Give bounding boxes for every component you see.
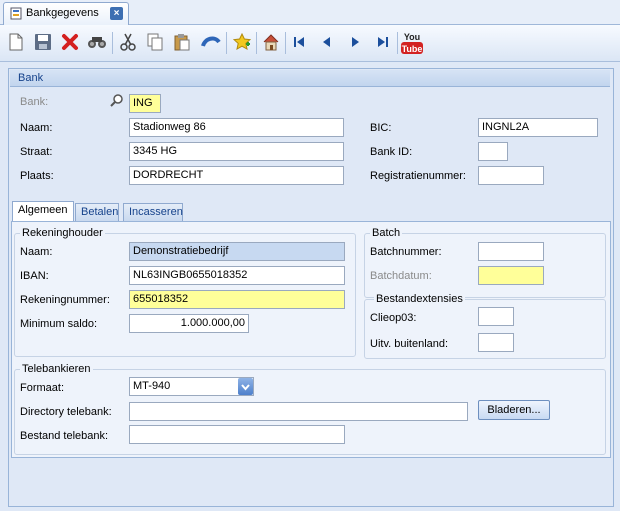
bestand-telebank-label: Bestand telebank: bbox=[20, 430, 109, 442]
iban-field[interactable]: NL63INGB0655018352 bbox=[129, 266, 345, 285]
last-icon[interactable] bbox=[371, 30, 395, 54]
clieop03-field[interactable] bbox=[478, 307, 514, 326]
telebankieren-title: Telebankieren bbox=[20, 363, 93, 375]
first-icon[interactable] bbox=[287, 30, 311, 54]
bladeren-button[interactable]: Bladeren... bbox=[478, 400, 550, 420]
bank-field[interactable]: ING bbox=[129, 94, 161, 113]
undo-icon[interactable] bbox=[199, 30, 223, 54]
form-icon bbox=[10, 7, 23, 20]
cut-icon[interactable] bbox=[116, 30, 140, 54]
rekeningnummer-field[interactable]: 655018352 bbox=[129, 290, 345, 309]
uitv-buitenland-label: Uitv. buitenland: bbox=[370, 338, 449, 350]
formaat-value: MT-940 bbox=[133, 380, 171, 392]
uitv-buitenland-field[interactable] bbox=[478, 333, 514, 352]
youtube-text-bottom: Tube bbox=[402, 44, 423, 54]
bestandextensies-title: Bestandextensies bbox=[374, 293, 465, 305]
document-tabbar: Bankgegevens × bbox=[0, 0, 620, 25]
tab-betalen[interactable]: Betalen bbox=[75, 203, 119, 221]
batch-title: Batch bbox=[370, 227, 403, 239]
tab-incasseren[interactable]: Incasseren bbox=[123, 203, 183, 221]
directory-telebank-label: Directory telebank: bbox=[20, 406, 112, 418]
minimum-saldo-label: Minimum saldo: bbox=[20, 318, 98, 330]
find-icon[interactable] bbox=[85, 30, 109, 54]
straat-label: Straat: bbox=[20, 146, 53, 158]
batchdatum-field[interactable] bbox=[478, 266, 544, 285]
bic-field[interactable]: INGNL2A bbox=[478, 118, 598, 137]
naam-label: Naam: bbox=[20, 122, 53, 134]
toolbar-separator bbox=[256, 32, 257, 54]
toolbar: You Tube bbox=[0, 25, 620, 62]
tab-algemeen[interactable]: Algemeen bbox=[12, 201, 74, 221]
bankid-label: Bank ID: bbox=[370, 146, 413, 158]
batchnummer-field[interactable] bbox=[478, 242, 544, 261]
directory-telebank-field[interactable] bbox=[129, 402, 468, 421]
batchdatum-label: Batchdatum: bbox=[370, 270, 432, 282]
plaats-label: Plaats: bbox=[20, 170, 54, 182]
bank-label: Bank: bbox=[20, 96, 49, 108]
home-icon[interactable] bbox=[259, 30, 283, 54]
toolbar-separator bbox=[285, 32, 286, 54]
new-icon[interactable] bbox=[4, 30, 28, 54]
formaat-label: Formaat: bbox=[20, 382, 65, 394]
youtube-icon[interactable]: You Tube bbox=[400, 30, 424, 54]
minimum-saldo-field[interactable]: 1.000.000,00 bbox=[129, 314, 249, 333]
rekeninghouder-title: Rekeninghouder bbox=[20, 227, 105, 239]
registratienummer-field[interactable] bbox=[478, 166, 544, 185]
rekeningnummer-label: Rekeningnummer: bbox=[20, 294, 110, 306]
youtube-text-top: You bbox=[404, 32, 420, 42]
copy-icon[interactable] bbox=[143, 30, 167, 54]
toolbar-separator bbox=[226, 32, 227, 54]
save-icon[interactable] bbox=[31, 30, 55, 54]
toolbar-separator bbox=[112, 32, 113, 54]
clieop03-label: Clieop03: bbox=[370, 312, 417, 324]
formaat-select[interactable]: MT-940 bbox=[129, 377, 254, 396]
search-icon[interactable] bbox=[110, 94, 124, 108]
delete-icon[interactable] bbox=[58, 30, 82, 54]
bestand-telebank-field[interactable] bbox=[129, 425, 345, 444]
close-tab-icon[interactable]: × bbox=[110, 7, 123, 20]
chevron-down-icon[interactable] bbox=[238, 378, 253, 395]
plaats-field[interactable]: DORDRECHT bbox=[129, 166, 344, 185]
bankid-field[interactable] bbox=[478, 142, 508, 161]
tab-bankgegevens[interactable]: Bankgegevens × bbox=[3, 2, 129, 25]
bank-group-header: Bank bbox=[10, 70, 610, 87]
bic-label: BIC: bbox=[370, 122, 392, 134]
paste-icon[interactable] bbox=[170, 30, 194, 54]
rh-naam-label: Naam: bbox=[20, 246, 53, 258]
tab-title: Bankgegevens bbox=[26, 7, 99, 19]
previous-icon[interactable] bbox=[315, 30, 339, 54]
bank-group-title: Bank bbox=[18, 72, 44, 84]
naam-field[interactable]: Stadionweg 86 bbox=[129, 118, 344, 137]
toolbar-separator bbox=[397, 32, 398, 54]
straat-field[interactable]: 3345 HG bbox=[129, 142, 344, 161]
favorite-icon[interactable] bbox=[230, 30, 254, 54]
next-icon[interactable] bbox=[343, 30, 367, 54]
batchnummer-label: Batchnummer: bbox=[370, 246, 442, 258]
registratienummer-label: Registratienummer: bbox=[370, 170, 466, 182]
rh-naam-field: Demonstratiebedrijf bbox=[129, 242, 345, 261]
iban-label: IBAN: bbox=[20, 270, 49, 282]
